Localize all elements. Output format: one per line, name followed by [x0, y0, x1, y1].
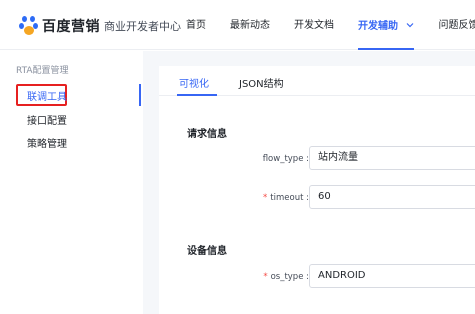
nav-home[interactable]: 首页: [186, 0, 206, 50]
top-header: 百度营销 商业开发者中心 首页 最新动态 开发文档 开发辅助 问题反馈: [0, 0, 475, 50]
brand-name: 百度营销: [42, 19, 100, 35]
nav-latest-news[interactable]: 最新动态: [230, 0, 270, 50]
tab-bar: 可视化 JSON结构: [159, 66, 475, 96]
sidebar-active-indicator: [139, 84, 141, 106]
flow-type-label: flow_type :: [262, 154, 309, 164]
nav-dev-assist-label: 开发辅助: [358, 21, 398, 32]
sidebar-item-debug-tool[interactable]: 联调工具: [27, 88, 67, 103]
chevron-down-icon: [406, 0, 414, 52]
tab-visual[interactable]: 可视化: [179, 75, 209, 90]
timeout-label: * timeout :: [263, 193, 309, 203]
main-content: 可视化 JSON结构 请求信息 flow_type : 站内流量 * timeou…: [143, 51, 475, 314]
sidebar-group-title: RTA配置管理: [16, 66, 69, 76]
tab-json[interactable]: JSON结构: [239, 75, 284, 90]
section-title-request: 请求信息: [187, 129, 227, 140]
app-page: 百度营销 商业开发者中心 首页 最新动态 开发文档 开发辅助 问题反馈 RTA配…: [0, 0, 475, 314]
form-card: 可视化 JSON结构 请求信息 flow_type : 站内流量 * timeou…: [159, 66, 475, 314]
tab-active-underline: [177, 94, 217, 96]
nav-feedback[interactable]: 问题反馈: [438, 0, 475, 50]
nav-dev-assist[interactable]: 开发辅助: [358, 0, 415, 52]
sidebar-item-strategy[interactable]: 策略管理: [27, 135, 67, 150]
section-title-device: 设备信息: [187, 246, 227, 257]
os-type-input[interactable]: ANDROID: [309, 264, 475, 288]
brand-subtitle: 商业开发者中心: [104, 20, 181, 33]
os-type-label: * os_type :: [263, 272, 309, 282]
sidebar: RTA配置管理 联调工具 接口配置 策略管理: [0, 51, 143, 314]
sidebar-item-api-config[interactable]: 接口配置: [27, 112, 67, 127]
baidu-paw-icon: [19, 16, 39, 36]
required-marker: *: [263, 193, 268, 203]
timeout-input[interactable]: 60: [309, 185, 475, 209]
flow-type-input[interactable]: 站内流量: [309, 146, 475, 170]
logo[interactable]: 百度营销 商业开发者中心: [19, 15, 181, 37]
nav-dev-docs[interactable]: 开发文档: [294, 0, 334, 50]
required-marker: *: [263, 272, 268, 282]
main-nav: 首页 最新动态 开发文档 开发辅助 问题反馈: [186, 0, 475, 50]
